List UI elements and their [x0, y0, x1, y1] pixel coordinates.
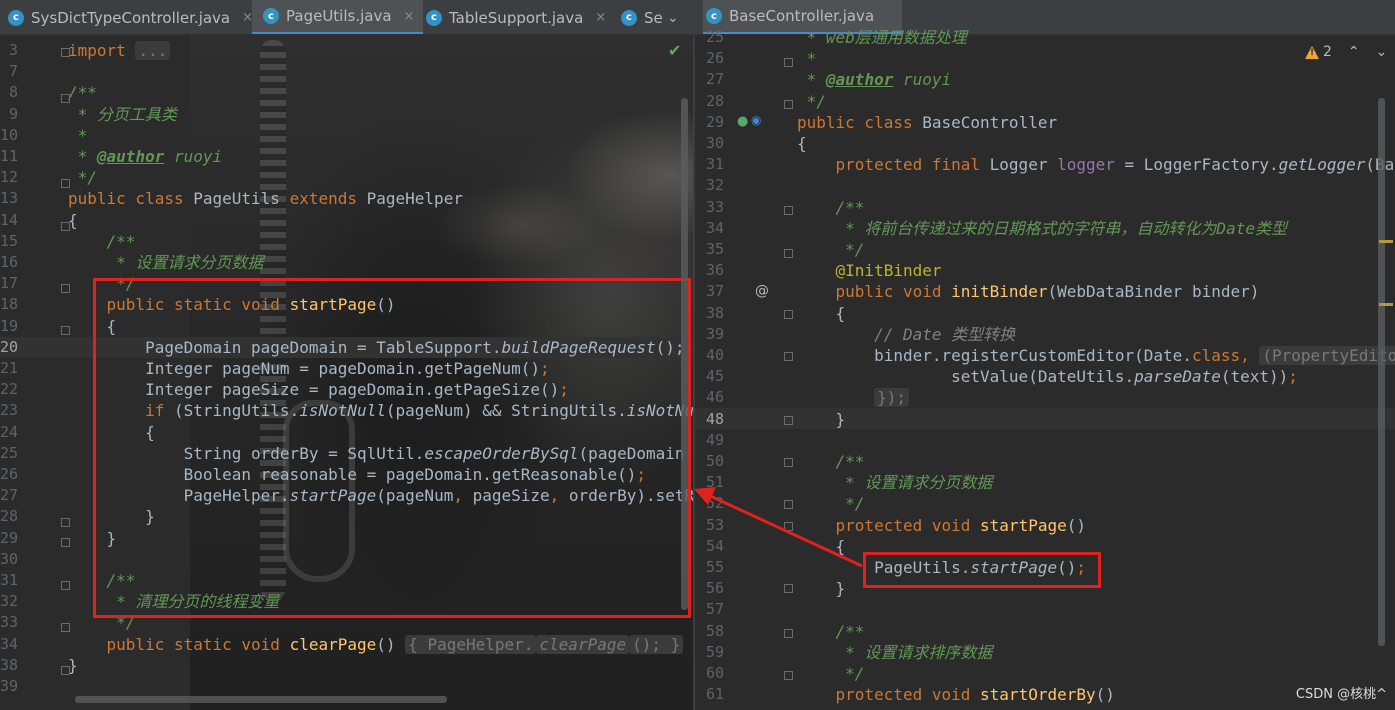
red-arrow-annotation [694, 487, 863, 568]
csdn-watermark: CSDN @核桃^ [1295, 687, 1387, 702]
ide-window: c SysDictTypeController.java × c PageUti… [0, 0, 1395, 710]
